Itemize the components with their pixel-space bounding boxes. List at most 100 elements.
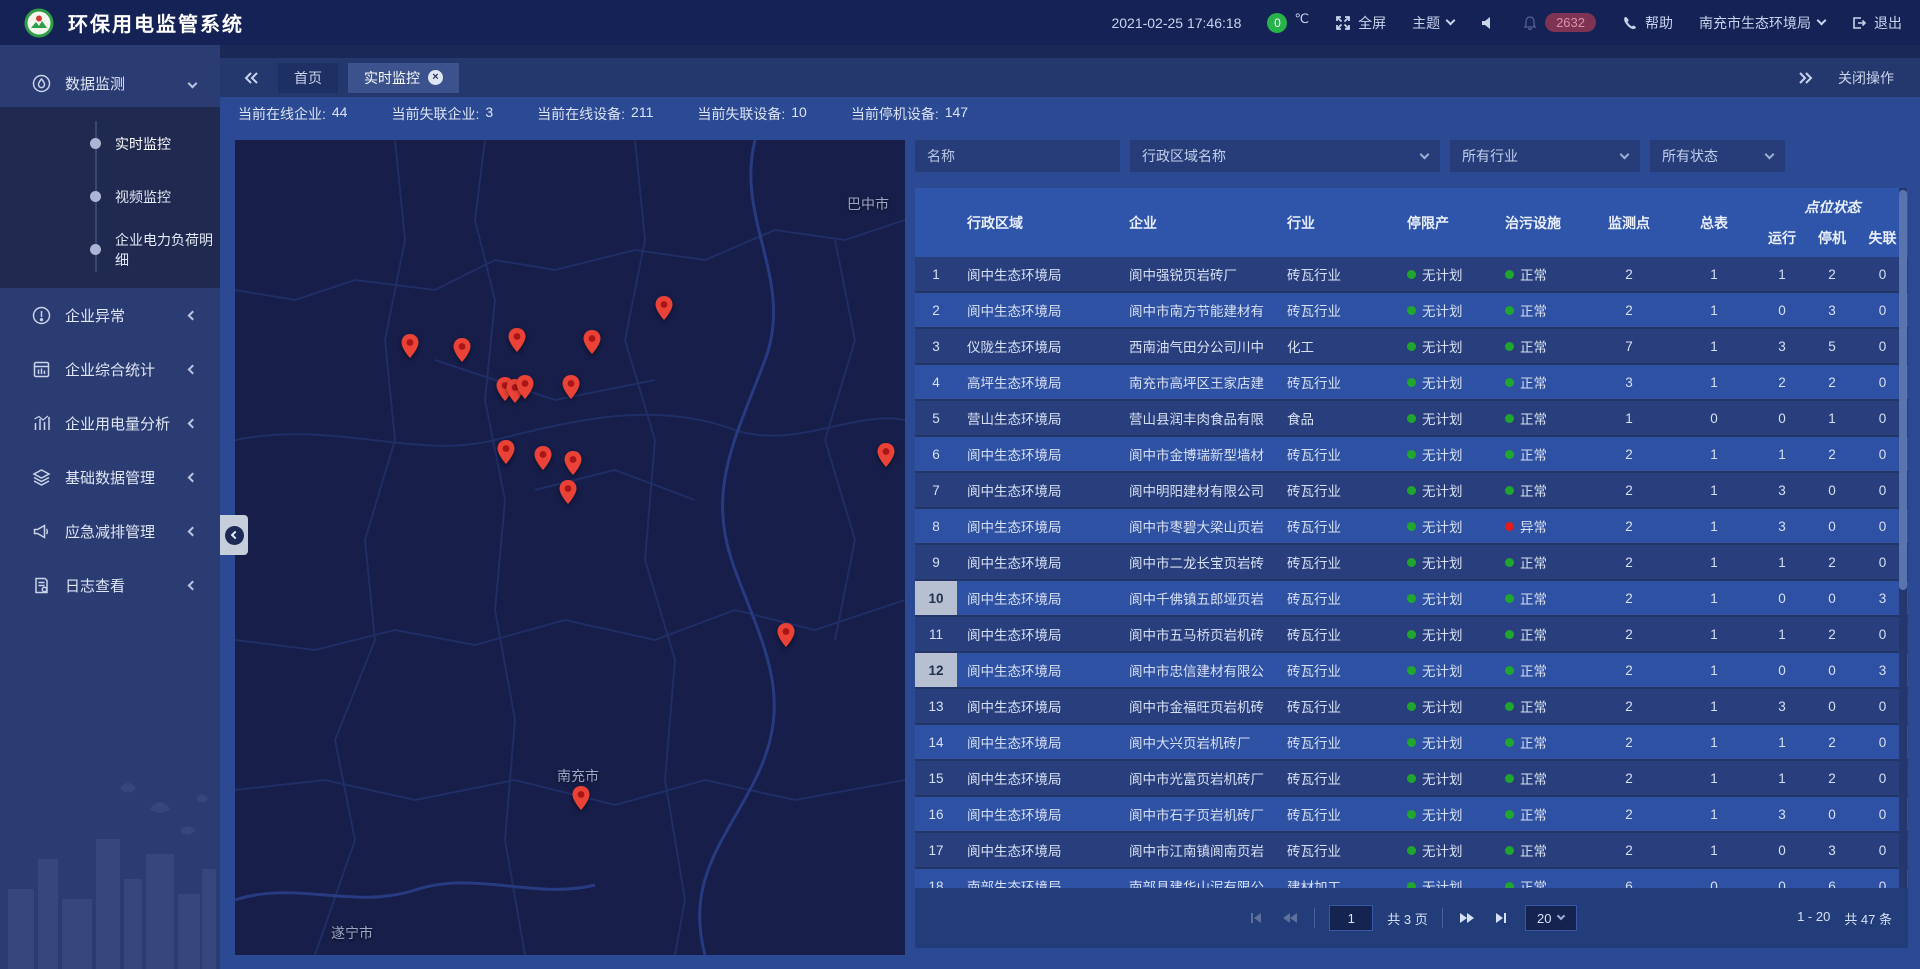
table-body: 1阆中生态环境局阆中强锐页岩砖厂砖瓦行业无计划正常211202阆中生态环境局阆中… (915, 257, 1908, 888)
status-filter-select[interactable]: 所有状态 (1650, 140, 1785, 172)
cell-facility: 正常 (1495, 257, 1587, 291)
table-row[interactable]: 1阆中生态环境局阆中强锐页岩砖厂砖瓦行业无计划正常21120 (915, 257, 1908, 293)
table-row[interactable]: 16阆中生态环境局阆中市石子页岩机砖厂砖瓦行业无计划正常21300 (915, 797, 1908, 833)
stat-offline-devices: 当前失联设备:10 (697, 104, 806, 124)
table-row[interactable]: 10阆中生态环境局阆中千佛镇五郎垭页岩砖瓦行业无计划正常21003 (915, 581, 1908, 617)
table-row[interactable]: 7阆中生态环境局阆中明阳建材有限公司砖瓦行业无计划正常21300 (915, 473, 1908, 509)
status-dot-green (1407, 810, 1416, 819)
industry-filter-select[interactable]: 所有行业 (1450, 140, 1640, 172)
status-dot-green (1505, 306, 1514, 315)
help-button[interactable]: 帮助 (1622, 13, 1673, 33)
prev-page-button[interactable] (1280, 908, 1300, 928)
theme-dropdown[interactable]: 主题 (1412, 13, 1454, 33)
tab-close-icon[interactable]: × (428, 70, 443, 85)
sidebar-item-company-stats[interactable]: 企业综合统计 (0, 342, 220, 396)
map-pin[interactable] (401, 334, 419, 358)
map-pin[interactable] (572, 786, 590, 810)
status-dot-green (1505, 414, 1514, 423)
row-index: 14 (915, 725, 957, 759)
scrollbar-thumb[interactable] (1899, 190, 1907, 590)
sidebar-collapse-button[interactable] (220, 515, 248, 555)
table-row[interactable]: 4高坪生态环境局南充市高坪区王家店建砖瓦行业无计划正常31220 (915, 365, 1908, 401)
sidebar-item-video-monitor[interactable]: 视频监控 (0, 170, 220, 223)
status-dot-green (1407, 450, 1416, 459)
notification-area[interactable]: 2632 (1522, 13, 1596, 32)
map-pin[interactable] (583, 330, 601, 354)
cell-facility: 正常 (1495, 401, 1587, 435)
map-pin[interactable] (508, 328, 526, 352)
map-pin[interactable] (564, 451, 582, 475)
sidebar-item-data-monitor[interactable]: 数据监测 (0, 59, 220, 107)
table-row[interactable]: 5营山生态环境局营山县润丰肉食品有限食品无计划正常10010 (915, 401, 1908, 437)
cell-meters: 1 (1671, 545, 1757, 579)
map-pin[interactable] (534, 446, 552, 470)
map-pin[interactable] (877, 443, 895, 467)
table-row[interactable]: 11阆中生态环境局阆中市五马桥页岩机砖砖瓦行业无计划正常21120 (915, 617, 1908, 653)
cell-stop: 0 (1807, 689, 1857, 723)
sidebar-item-logs[interactable]: 日志查看 (0, 558, 220, 612)
sound-button[interactable] (1480, 15, 1496, 31)
cell-run: 1 (1757, 761, 1807, 795)
table-scrollbar[interactable] (1899, 188, 1907, 888)
table-row[interactable]: 15阆中生态环境局阆中市光富页岩机砖厂砖瓦行业无计划正常21120 (915, 761, 1908, 797)
table-row[interactable]: 2阆中生态环境局阆中市南方节能建材有砖瓦行业无计划正常21030 (915, 293, 1908, 329)
next-page-button[interactable] (1457, 908, 1477, 928)
sidebar-item-emergency[interactable]: 应急减排管理 (0, 504, 220, 558)
cell-meters: 1 (1671, 365, 1757, 399)
region-filter-select[interactable]: 行政区域名称 (1130, 140, 1440, 172)
map-pin[interactable] (453, 338, 471, 362)
row-index: 4 (915, 365, 957, 399)
cell-company: 南部县建华山泥有限公 (1119, 869, 1277, 888)
table-row[interactable]: 14阆中生态环境局阆中大兴页岩机砖厂砖瓦行业无计划正常21120 (915, 725, 1908, 761)
table-row[interactable]: 9阆中生态环境局阆中市二龙长宝页岩砖砖瓦行业无计划正常21120 (915, 545, 1908, 581)
cell-run: 0 (1757, 833, 1807, 867)
table-row[interactable]: 13阆中生态环境局阆中市金福旺页岩机砖砖瓦行业无计划正常21300 (915, 689, 1908, 725)
cell-industry: 砖瓦行业 (1277, 257, 1397, 291)
map-pin[interactable] (655, 296, 673, 320)
page-size-select[interactable]: 20 (1525, 905, 1577, 931)
map-pin[interactable] (559, 480, 577, 504)
sidebar-item-power-analysis[interactable]: 企业用电量分析 (0, 396, 220, 450)
alert-circle-icon (32, 306, 51, 325)
table-row[interactable]: 8阆中生态环境局阆中市枣碧大梁山页岩砖瓦行业无计划异常21300 (915, 509, 1908, 545)
sidebar-item-company-abnormal[interactable]: 企业异常 (0, 288, 220, 342)
org-dropdown[interactable]: 南充市生态环境局 (1699, 13, 1825, 33)
sidebar-item-base-data[interactable]: 基础数据管理 (0, 450, 220, 504)
page-number-input[interactable] (1329, 905, 1373, 931)
map-pin[interactable] (777, 623, 795, 647)
cell-industry: 食品 (1277, 401, 1397, 435)
table-row[interactable]: 17阆中生态环境局阆中市江南镇阆南页岩砖瓦行业无计划正常21030 (915, 833, 1908, 869)
first-page-button[interactable] (1246, 908, 1266, 928)
stat-stopped-devices: 当前停机设备:147 (851, 104, 968, 124)
fullscreen-button[interactable]: 全屏 (1335, 13, 1386, 33)
tabs-scroll-right-button[interactable] (1788, 63, 1822, 93)
tabs-scroll-left-button[interactable] (234, 63, 268, 93)
tab-realtime-monitor[interactable]: 实时监控 × (348, 63, 459, 93)
table-row[interactable]: 3仪陇生态环境局西南油气田分公司川中化工无计划正常71350 (915, 329, 1908, 365)
close-operations-button[interactable]: 关闭操作 (1838, 68, 1894, 88)
map-canvas[interactable]: 巴中市 南充市 遂宁市 (235, 140, 905, 955)
cell-facility: 正常 (1495, 833, 1587, 867)
map-pin[interactable] (562, 375, 580, 399)
notification-count-badge[interactable]: 2632 (1545, 13, 1596, 32)
cell-region: 南部生态环境局 (957, 869, 1119, 888)
logout-button[interactable]: 退出 (1851, 13, 1902, 33)
cell-company: 阆中市光富页岩机砖厂 (1119, 761, 1277, 795)
map-pin-icon (562, 375, 580, 399)
header-stop: 停机 (1807, 218, 1857, 257)
table-row[interactable]: 12阆中生态环境局阆中市忠信建材有限公砖瓦行业无计划正常21003 (915, 653, 1908, 689)
sidebar-item-realtime-monitor[interactable]: 实时监控 (0, 117, 220, 170)
table-row[interactable]: 6阆中生态环境局阆中市金博瑞新型墙材砖瓦行业无计划正常21120 (915, 437, 1908, 473)
tab-home[interactable]: 首页 (278, 63, 338, 93)
sidebar-item-power-load-detail[interactable]: 企业电力负荷明细 (0, 223, 220, 276)
chevron-down-icon (1557, 912, 1565, 920)
cell-run: 0 (1757, 293, 1807, 327)
first-page-icon (1249, 912, 1263, 924)
cell-facility: 正常 (1495, 725, 1587, 759)
last-page-button[interactable] (1491, 908, 1511, 928)
table-row[interactable]: 18南部生态环境局南部县建华山泥有限公建材加工无计划正常60060 (915, 869, 1908, 888)
map-pin[interactable] (497, 440, 515, 464)
status-dot-green (1407, 522, 1416, 531)
map-pin[interactable] (516, 375, 534, 399)
name-filter-input[interactable] (915, 140, 1120, 172)
